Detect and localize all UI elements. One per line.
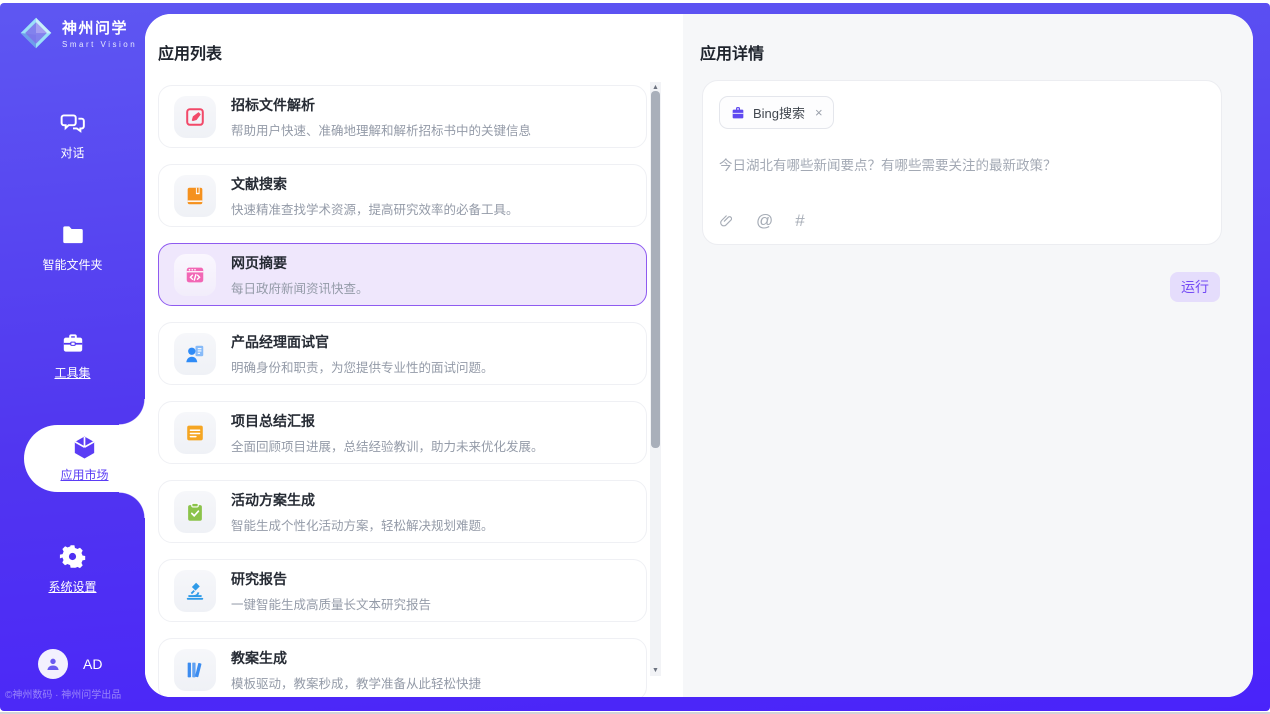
tool-tag-label: Bing搜索 — [753, 103, 805, 122]
app-title: 活动方案生成 — [231, 490, 494, 510]
app-title: 教案生成 — [231, 648, 481, 668]
sidebar-item-toolset[interactable]: 工具集 — [0, 330, 145, 381]
app-list: 招标文件解析 帮助用户快速、准确地理解和解析招标书中的关键信息 — [158, 85, 647, 697]
app-description: 明确身份和职责，为您提供专业性的面试问题。 — [231, 357, 494, 376]
tool-tag-close-icon[interactable]: × — [815, 105, 823, 120]
app-card-web-summary[interactable]: 网页摘要 每日政府新闻资讯快查。 — [158, 243, 647, 306]
app-icon-tile — [174, 649, 216, 691]
app-icon-tile — [174, 333, 216, 375]
note-icon — [184, 422, 206, 444]
book-icon — [184, 185, 206, 207]
composer-toolbar: @ # — [719, 211, 1205, 231]
app-icon-tile — [174, 254, 216, 296]
prompt-composer[interactable]: Bing搜索 × 今日湖北有哪些新闻要点？有哪些需要关注的最新政策？ @ # — [702, 80, 1222, 245]
run-button[interactable]: 运行 — [1170, 272, 1220, 302]
books-icon — [184, 659, 206, 681]
app-card-lesson-plan[interactable]: 教案生成 模板驱动，教案秒成，教学准备从此轻松快捷 — [158, 638, 647, 697]
clipboard-check-icon — [184, 501, 206, 523]
sidebar-item-label: 应用市场 — [60, 466, 108, 483]
prompt-text[interactable]: 今日湖北有哪些新闻要点？有哪些需要关注的最新政策？ — [719, 154, 1205, 174]
app-icon-tile — [174, 175, 216, 217]
paperclip-icon[interactable] — [719, 213, 734, 230]
person-icon — [44, 655, 62, 673]
app-description: 模板驱动，教案秒成，教学准备从此轻松快捷 — [231, 673, 481, 692]
app-title: 产品经理面试官 — [231, 332, 494, 352]
app-description: 一键智能生成高质量长文本研究报告 — [231, 594, 431, 613]
tool-tag-bing-search[interactable]: Bing搜索 × — [719, 96, 834, 129]
app-card-pm-interviewer[interactable]: 产品经理面试官 明确身份和职责，为您提供专业性的面试问题。 — [158, 322, 647, 385]
app-list-title: 应用列表 — [158, 40, 222, 64]
app-detail-title: 应用详情 — [700, 40, 764, 64]
mention-at-icon[interactable]: @ — [756, 211, 773, 231]
app-card-research-report[interactable]: 研究报告 一键智能生成高质量长文本研究报告 — [158, 559, 647, 622]
cube-icon — [71, 434, 98, 461]
sidebar-item-chat[interactable]: 对话 — [0, 110, 145, 161]
browser-code-icon — [184, 264, 206, 286]
app-title: 项目总结汇报 — [231, 411, 544, 431]
hash-icon[interactable]: # — [795, 211, 804, 231]
microscope-icon — [184, 580, 206, 602]
app-icon-tile — [174, 491, 216, 533]
brand-subtitle: Smart Vision — [62, 40, 137, 49]
app-description: 每日政府新闻资讯快查。 — [231, 278, 369, 297]
gear-icon — [59, 543, 86, 570]
sidebar-item-label: 工具集 — [54, 364, 90, 381]
briefcase-icon — [730, 105, 746, 121]
app-icon-tile — [174, 570, 216, 612]
app-title: 研究报告 — [231, 569, 431, 589]
chat-icon — [60, 110, 86, 136]
sidebar-item-label: 对话 — [60, 144, 84, 161]
sidebar-item-settings[interactable]: 系统设置 — [0, 543, 145, 595]
sidebar-item-label: 智能文件夹 — [42, 256, 102, 273]
diamond-logo-icon — [18, 15, 54, 51]
app-detail-panel: 应用详情 Bing搜索 × 今日湖北有哪些新闻要点？有哪些需要关注的最新政策？ — [683, 14, 1253, 697]
app-title: 网页摘要 — [231, 253, 369, 273]
sidebar-item-label: 系统设置 — [48, 578, 96, 595]
app-card-literature-search[interactable]: 文献搜索 快速精准查找学术资源，提高研究效率的必备工具。 — [158, 164, 647, 227]
app-card-project-summary[interactable]: 项目总结汇报 全面回顾项目进展，总结经验教训，助力未来优化发展。 — [158, 401, 647, 464]
app-title: 招标文件解析 — [231, 95, 531, 115]
app-icon-tile — [174, 412, 216, 454]
sidebar-item-smart-folder[interactable]: 智能文件夹 — [0, 222, 145, 273]
scrollbar-down-arrow[interactable]: ▼ — [650, 665, 661, 676]
app-title: 文献搜索 — [231, 174, 519, 194]
sidebar-item-app-market[interactable]: 应用市场 — [24, 425, 145, 492]
app-list-panel: 应用列表 招标文件解析 帮助用户快速、准确地理解和解析招标书中的关键信息 — [145, 14, 683, 697]
app-list-scrollbar[interactable]: ▲ ▼ — [650, 82, 661, 676]
app-icon-tile — [174, 96, 216, 138]
app-card-event-plan[interactable]: 活动方案生成 智能生成个性化活动方案，轻松解决规划难题。 — [158, 480, 647, 543]
app-description: 帮助用户快速、准确地理解和解析招标书中的关键信息 — [231, 120, 531, 139]
brand-name: 神州问学 — [62, 17, 137, 38]
edit-document-icon — [184, 106, 206, 128]
avatar — [38, 649, 68, 679]
scrollbar-thumb[interactable] — [651, 91, 660, 448]
app-card-bid-document-parse[interactable]: 招标文件解析 帮助用户快速、准确地理解和解析招标书中的关键信息 — [158, 85, 647, 148]
user-name: AD — [83, 656, 102, 672]
app-description: 快速精准查找学术资源，提高研究效率的必备工具。 — [231, 199, 519, 218]
toolbox-icon — [60, 330, 86, 356]
brand-logo: 神州问学 Smart Vision — [18, 15, 137, 51]
app-description: 智能生成个性化活动方案，轻松解决规划难题。 — [231, 515, 494, 534]
content-area: 应用列表 招标文件解析 帮助用户快速、准确地理解和解析招标书中的关键信息 — [145, 14, 1253, 697]
copyright-text: ©神州数码 · 神州问学出品 — [5, 686, 145, 701]
app-window: 神州问学 Smart Vision 对话 智能文件夹 工具集 应用市场 — [0, 3, 1270, 711]
folder-icon — [60, 222, 86, 248]
user-account[interactable]: AD — [38, 649, 102, 679]
app-description: 全面回顾项目进展，总结经验教训，助力未来优化发展。 — [231, 436, 544, 455]
interviewer-icon — [184, 343, 206, 365]
